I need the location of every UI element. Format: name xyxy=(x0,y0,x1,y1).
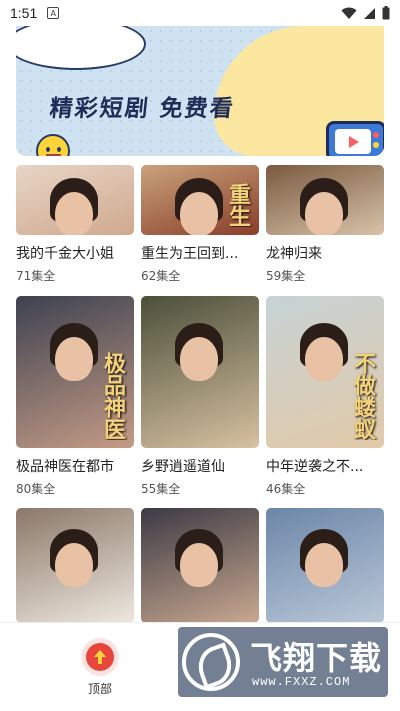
notification-a-icon: A xyxy=(47,7,60,19)
banner-title: 精彩短剧 免费看 xyxy=(48,96,237,122)
wifi-icon xyxy=(341,7,357,19)
drama-title: 乡野逍遥道仙 xyxy=(141,459,225,475)
watermark: 飞翔下载 www.FXXZ.COM xyxy=(178,627,388,697)
drama-title: 极品神医在都市 xyxy=(16,459,114,475)
drama-card[interactable]: 乡野逍遥道仙 55集全 xyxy=(141,296,259,497)
episode-count: 71集全 xyxy=(16,269,56,283)
episode-count: 46集全 xyxy=(266,482,306,496)
battery-icon xyxy=(382,6,390,20)
drama-card[interactable] xyxy=(16,508,134,623)
drama-poster[interactable]: 不做蝼蚁 xyxy=(266,296,384,448)
drama-title: 中年逆袭之不... xyxy=(266,459,364,475)
drama-card[interactable]: 极品神医极品神医在都市 80集全 xyxy=(16,296,134,497)
back-to-top-button[interactable]: 顶部 xyxy=(78,638,122,698)
drama-card[interactable]: 不做蝼蚁中年逆袭之不... 46集全 xyxy=(266,296,384,497)
status-bar: 1:51 A xyxy=(0,0,400,26)
episode-count: 59集全 xyxy=(266,269,306,283)
episode-count: 62集全 xyxy=(141,269,181,283)
drama-poster[interactable] xyxy=(16,165,134,235)
drama-poster[interactable]: 重生 xyxy=(141,165,259,235)
arrow-up-icon xyxy=(86,643,114,671)
drama-card[interactable]: 龙神归来 59集全 xyxy=(266,165,384,284)
drama-title: 重生为王回到... xyxy=(141,246,239,262)
drama-title: 龙神归来 xyxy=(266,246,322,262)
drama-poster[interactable]: 极品神医 xyxy=(16,296,134,448)
watermark-url: www.FXXZ.COM xyxy=(252,675,351,689)
signal-icon xyxy=(364,7,375,19)
drama-poster[interactable] xyxy=(141,296,259,448)
poster-title-art: 极品神医 xyxy=(100,352,125,440)
drama-title: 我的千金大小姐 xyxy=(16,246,114,262)
drama-card[interactable] xyxy=(266,508,384,623)
back-to-top-label: 顶部 xyxy=(87,682,112,696)
tv-icon xyxy=(326,121,384,156)
drama-card[interactable] xyxy=(141,508,259,623)
poster-title-art: 重生 xyxy=(225,183,250,227)
drama-card[interactable]: 重生重生为王回到... 62集全 xyxy=(141,165,259,284)
promo-banner[interactable]: 精彩短剧 免费看 xyxy=(16,26,384,156)
status-icons xyxy=(341,6,390,20)
status-time: 1:51 xyxy=(10,5,38,21)
drama-poster[interactable] xyxy=(16,508,134,623)
drama-poster[interactable] xyxy=(266,508,384,623)
episode-count: 55集全 xyxy=(141,482,181,496)
back-to-top-ring xyxy=(81,638,119,676)
watermark-brand: 飞翔下载 xyxy=(250,639,383,677)
episode-count: 80集全 xyxy=(16,482,56,496)
drama-card[interactable]: 我的千金大小姐 71集全 xyxy=(16,165,134,284)
drama-poster[interactable] xyxy=(266,165,384,235)
watermark-logo-icon xyxy=(182,633,240,691)
poster-title-art: 不做蝼蚁 xyxy=(350,352,375,440)
drama-poster[interactable] xyxy=(141,508,259,623)
